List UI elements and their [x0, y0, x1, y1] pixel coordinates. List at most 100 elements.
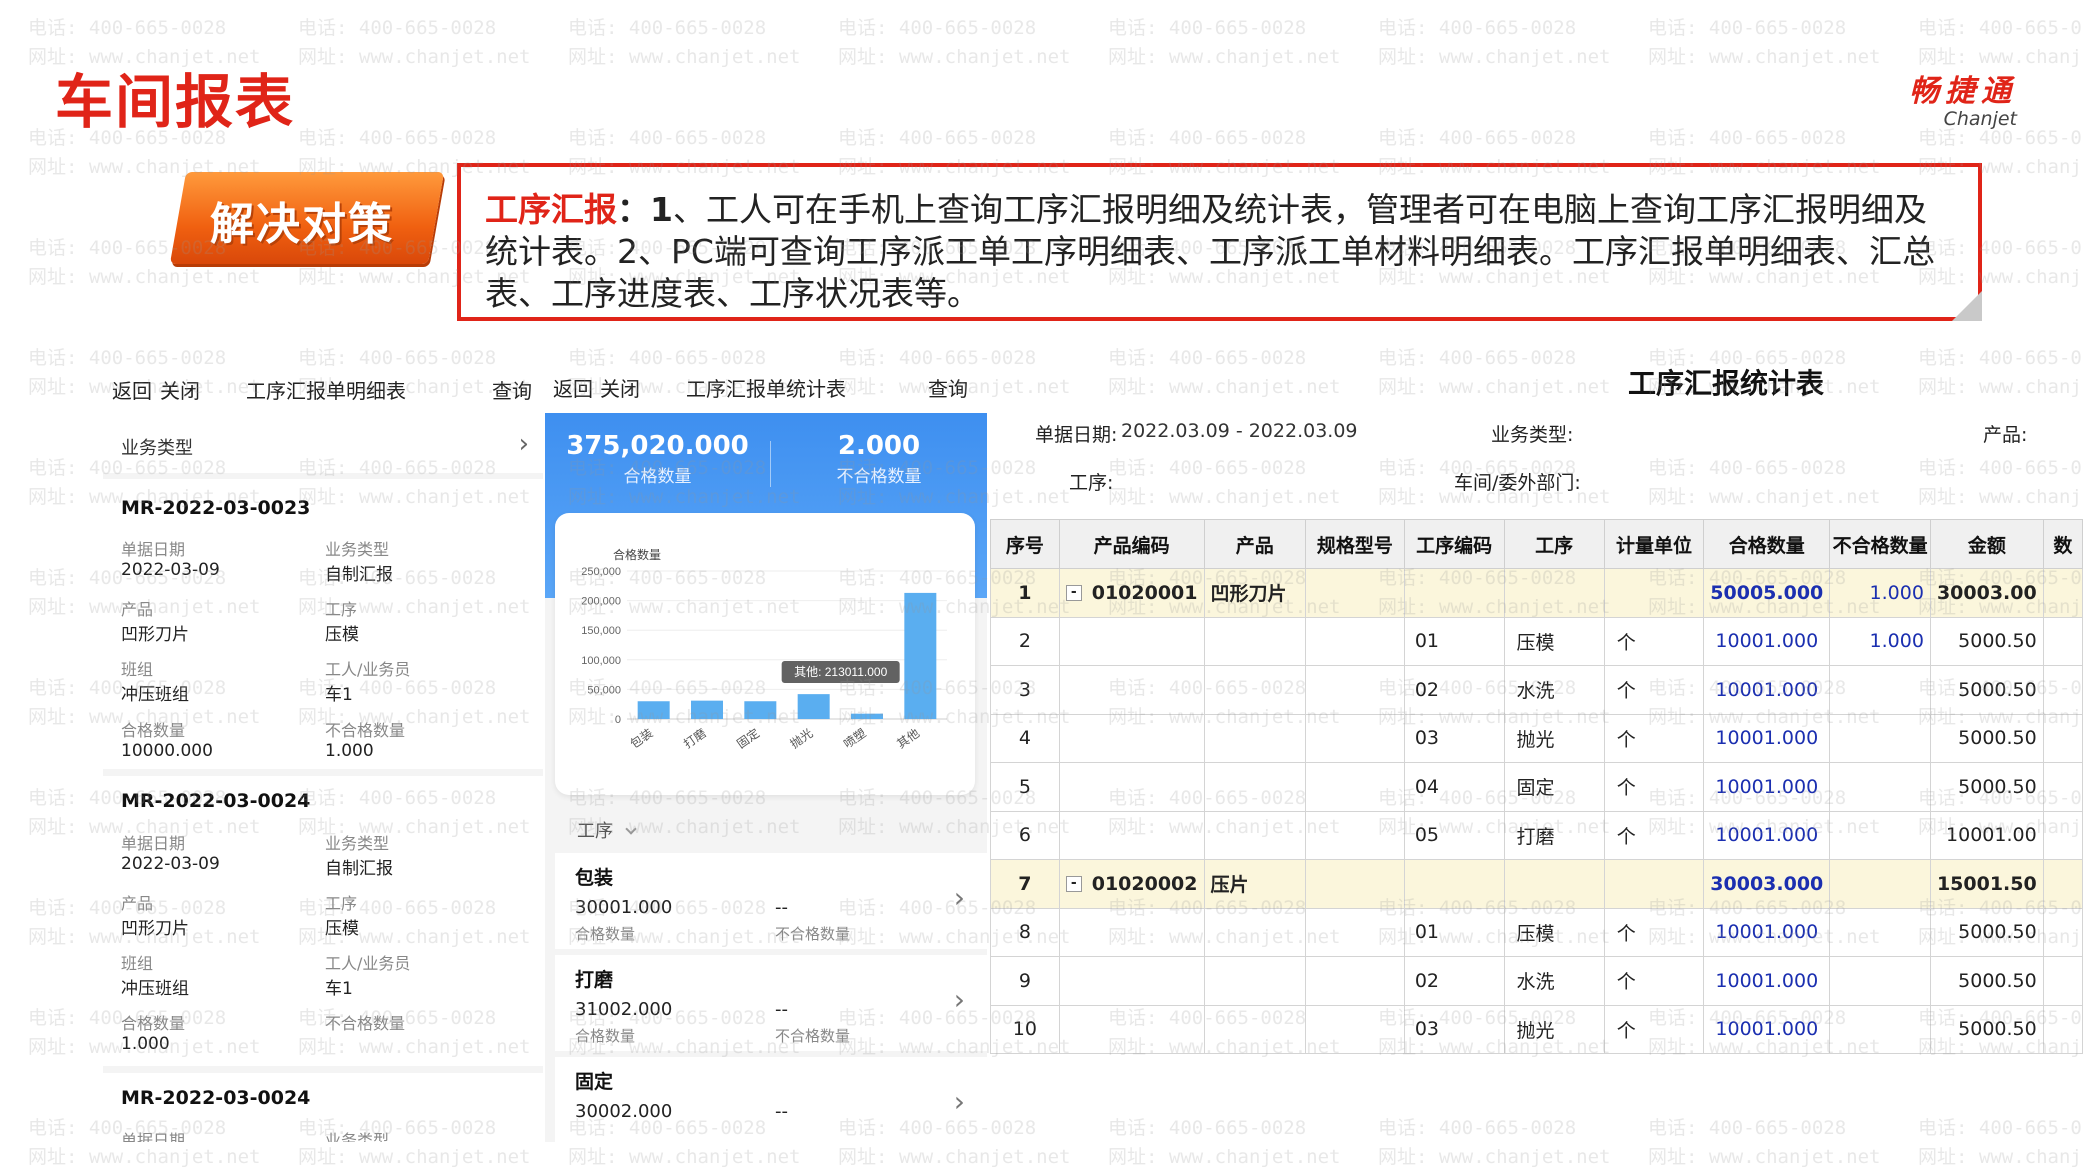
table-cell: [1305, 810, 1405, 860]
brand-logo: 畅捷通 Chanjet: [1909, 66, 2017, 130]
card-field-value: 冲压班组: [121, 685, 189, 705]
report-card[interactable]: MR-2022-03-0024 单据日期 业务类型: [103, 1073, 543, 1142]
report-table: 序号 产品编码 产品 规格型号 工序编码 工序 计量单位 合格数量 不合格数量 金额数 1-010…: [990, 519, 2083, 1054]
table-group-row[interactable]: 1-01020001 凹形刀片 50005.000 1.000 30003.00: [990, 568, 2083, 618]
process-row[interactable]: 包装 30001.000 合格数量 -- 不合格数量 ›: [555, 853, 987, 949]
chevron-right-icon: ›: [518, 429, 529, 459]
table-cell: 2: [990, 616, 1060, 666]
chart-category-label: 打磨: [681, 726, 709, 751]
card-field-value: 冲压班组: [121, 979, 189, 999]
column-header[interactable]: 规格型号: [1305, 519, 1405, 569]
column-header[interactable]: 合格数量: [1703, 519, 1831, 569]
report-card[interactable]: MR-2022-03-0023 单据日期 2022-03-09 业务类型 自制汇…: [103, 479, 543, 769]
card-field-label: 业务类型: [325, 1131, 390, 1142]
m2-close-button[interactable]: 关闭: [600, 373, 640, 403]
table-cell: [2042, 713, 2083, 763]
card-field-value: 凹形刀片: [121, 919, 189, 939]
m1-close-button[interactable]: 关闭: [160, 375, 200, 405]
card-field-value: 压模: [325, 625, 359, 645]
table-cell: [1305, 762, 1405, 812]
table-row[interactable]: 10 03 抛光个 10001.000 5000.50: [990, 1004, 2083, 1054]
table-cell: [1603, 859, 1705, 909]
column-header[interactable]: 序号: [990, 519, 1060, 569]
chart-category-label: 其他: [894, 726, 922, 751]
callout-text: 工序汇报：1、工人可在手机上查询工序汇报明细及统计表，管理者可在电脑上查询工序汇…: [485, 189, 1954, 315]
table-row[interactable]: 8 01 压模个 10001.000 5000.50: [990, 907, 2083, 957]
process-name: 包装: [575, 867, 614, 889]
table-row[interactable]: 5 04 固定个 10001.000 5000.50: [990, 762, 2083, 812]
table-cell: 02: [1403, 665, 1505, 715]
m2-query-button[interactable]: 查询: [928, 373, 968, 403]
process-select[interactable]: 工序: [545, 805, 987, 851]
watermark-text: 电话: 400-665-0028网址: www.chanjet.net: [1918, 1117, 2083, 1168]
process-row[interactable]: 打磨 31002.000 合格数量 -- 不合格数量 ›: [555, 955, 987, 1051]
table-cell: [1305, 713, 1405, 763]
table-cell: 5000.50: [1929, 665, 2044, 715]
table-cell: 凹形刀片: [1203, 568, 1306, 618]
table-cell: 1.000: [1829, 568, 1931, 618]
table-cell: 10: [990, 1004, 1060, 1054]
watermark-text: 电话: 400-665-0028网址: www.chanjet.net: [1378, 17, 1611, 68]
table-cell: [2042, 665, 2083, 715]
table-cell: 7: [990, 859, 1060, 909]
business-type-filter[interactable]: 业务类型 ›: [103, 417, 543, 473]
collapse-toggle[interactable]: -: [1065, 876, 1082, 893]
column-header[interactable]: 工序: [1503, 519, 1605, 569]
report-card[interactable]: MR-2022-03-0024 单据日期 2022-03-09 业务类型 自制汇…: [103, 776, 543, 1066]
table-cell: 10001.000: [1703, 810, 1831, 860]
card-field-label: 单据日期: [121, 540, 186, 559]
card-field-value: 凹形刀片: [121, 625, 189, 645]
table-cell: [1829, 665, 1931, 715]
column-header[interactable]: 工序编码: [1403, 519, 1505, 569]
date-range-value[interactable]: 2022.03.09 - 2022.03.09: [1121, 420, 1358, 442]
card-field-label: 合格数量: [121, 1014, 186, 1033]
card-field-value: 车1: [325, 979, 353, 999]
table-cell: 10001.000: [1703, 956, 1831, 1006]
column-header[interactable]: 不合格数量: [1829, 519, 1931, 569]
qualified-bar-chart[interactable]: 合格数量 250,000 200,000 150,000 100,000 50,000 0包…: [555, 513, 975, 795]
table-cell: 01: [1403, 907, 1505, 957]
column-header[interactable]: 数: [2042, 519, 2083, 569]
table-cell: 压片: [1203, 859, 1306, 909]
table-group-row[interactable]: 7-01020002 压片 30003.000 15001.50: [990, 859, 2083, 909]
m2-back-button[interactable]: 返回: [553, 373, 593, 403]
table-cell: 个: [1603, 762, 1705, 812]
table-row[interactable]: 4 03 抛光个 10001.000 5000.50: [990, 713, 2083, 763]
process-row[interactable]: 固定 30002.000 -- ›: [555, 1057, 987, 1142]
table-cell: [1203, 956, 1306, 1006]
card-id: MR-2022-03-0023: [121, 497, 311, 519]
table-cell: 个: [1603, 810, 1705, 860]
card-field-label: 不合格数量: [325, 721, 406, 740]
card-field-value: 自制汇报: [325, 859, 393, 879]
table-cell: [2042, 762, 2083, 812]
brand-cn: 畅捷通: [1909, 74, 2017, 109]
column-header[interactable]: 金额: [1929, 519, 2044, 569]
table-row[interactable]: 2 01 压模个 10001.000 1.000 5000.50: [990, 616, 2083, 666]
table-row[interactable]: 3 02 水洗个 10001.000 5000.50: [990, 665, 2083, 715]
column-header[interactable]: 计量单位: [1603, 519, 1705, 569]
table-cell: 5000.50: [1929, 713, 2044, 763]
chart-ytick-label: 50,000: [587, 684, 621, 696]
card-id: MR-2022-03-0024: [121, 790, 311, 812]
table-row[interactable]: 9 02 水洗个 10001.000 5000.50: [990, 956, 2083, 1006]
table-cell: 10001.000: [1703, 713, 1831, 763]
table-cell: [1058, 956, 1205, 1006]
table-cell: 个: [1603, 956, 1705, 1006]
table-cell: 水洗: [1503, 956, 1605, 1006]
collapse-toggle[interactable]: -: [1065, 585, 1082, 602]
card-field-label: 工序: [325, 894, 358, 913]
report-title: 工序汇报统计表: [1628, 367, 1825, 400]
card-field-label: 工人/业务员: [325, 954, 411, 973]
table-cell: 01: [1403, 616, 1505, 666]
table-row[interactable]: 6 05 打磨个 10001.000 10001.00: [990, 810, 2083, 860]
table-cell: [1829, 1004, 1931, 1054]
card-field-label: 业务类型: [325, 540, 390, 559]
table-cell: 抛光: [1503, 1004, 1605, 1054]
m1-query-button[interactable]: 查询: [492, 375, 532, 405]
chevron-down-icon: [625, 823, 637, 835]
column-header[interactable]: 产品编码: [1058, 519, 1205, 569]
column-header[interactable]: 产品: [1203, 519, 1306, 569]
m1-back-button[interactable]: 返回: [112, 375, 152, 405]
process-unqualified: --: [775, 999, 788, 1020]
table-cell: [1058, 1004, 1205, 1054]
